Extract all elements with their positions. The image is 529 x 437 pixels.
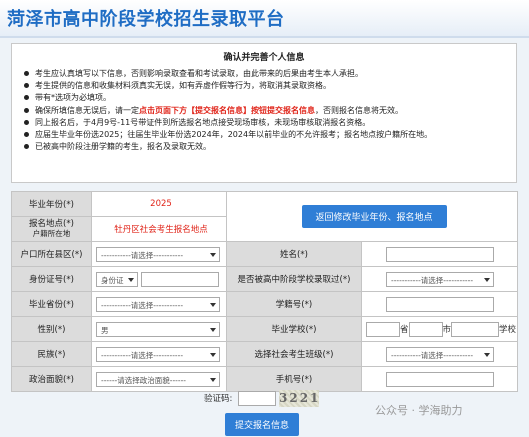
registered-label: 是否被高中阶段学校录取过(*) (226, 266, 362, 292)
gender-label: 性别(*) (11, 316, 92, 342)
site-value: 牡丹区社会考生报名地点 (91, 216, 227, 242)
school-label: 毕业学校(*) (226, 316, 362, 342)
notice-item: 应届生毕业年份选2025；往届生毕业年份选2024年，2024年以前毕业的不允许… (24, 129, 516, 141)
captcha-input[interactable] (238, 391, 276, 406)
bullet-icon (24, 107, 29, 113)
phone-label: 手机号(*) (226, 366, 362, 392)
notice-title: 确认并完善个人信息 (223, 53, 305, 63)
chevron-down-icon (210, 377, 216, 382)
exam-site-label: 选择社会考生班级(*) (226, 341, 362, 367)
name-input[interactable] (386, 246, 494, 262)
notice-item: 考生应认真填写以下信息，否则影响录取查看和考试录取，由此带来的后果由考生本人承担… (24, 68, 516, 80)
bullet-icon (24, 132, 29, 138)
notice-item: 考生提供的信息和收集材料须真实无误，如有弄虚作假等行为，将取消其录取资格。 (24, 80, 516, 92)
province-select[interactable]: -----------请选择----------- (96, 296, 220, 312)
watermark: 公众号 · 学海助力 (375, 404, 463, 417)
bullet-icon (24, 144, 29, 150)
page-title: 菏泽市高中阶段学校招生录取平台 (7, 9, 285, 30)
notice-item: 同上报名后，于4月9号-11号带证件到所选报名地点接受现场审核，未现场审核取消报… (24, 117, 516, 129)
notice-item: 已被高中阶段注册学籍的考生，报名及录取无效。 (24, 141, 516, 153)
id-label: 身份证号(*) (11, 266, 92, 292)
notice-item: 确保所填信息无误后，请一定点击页面下方【提交报名信息】按钮提交报名信息，否则报名… (24, 105, 516, 117)
school-province-input[interactable] (366, 321, 400, 337)
bullet-icon (24, 95, 29, 101)
province-label: 毕业省份(*) (11, 291, 92, 317)
chevron-down-icon (484, 277, 490, 282)
notice-item: 带有*选项为必填项。 (24, 92, 516, 104)
registration-form: 毕业年份(*) 2025 返回修改毕业年份、报名地点 报名地点(*) 户籍所在地 … (11, 191, 519, 392)
chevron-down-icon (210, 302, 216, 307)
hukou-label: 户口所在县区(*) (11, 241, 92, 267)
bullet-icon (24, 83, 29, 89)
submit-button[interactable]: 提交报名信息 (225, 413, 300, 436)
chevron-down-icon (210, 352, 216, 357)
notice-panel: 确认并完善个人信息 考生应认真填写以下信息，否则影响录取查看和考试录取，由此带来… (11, 43, 517, 183)
page-header: 菏泽市高中阶段学校招生录取平台 (0, 0, 529, 38)
chevron-down-icon (128, 277, 134, 282)
ethnic-label: 民族(*) (11, 341, 92, 367)
student-no-input[interactable] (386, 296, 494, 312)
politics-label: 政治面貌(*) (11, 366, 92, 392)
phone-input[interactable] (386, 371, 494, 387)
ethnic-select[interactable]: -----------请选择----------- (96, 346, 220, 362)
bullet-icon (24, 71, 29, 76)
gender-select[interactable]: 男 (96, 321, 220, 337)
bullet-icon (24, 119, 29, 125)
hukou-select[interactable]: -----------请选择----------- (96, 246, 220, 262)
grad-year-label: 毕业年份(*) (11, 191, 92, 217)
back-modify-button[interactable]: 返回修改毕业年份、报名地点 (301, 205, 447, 228)
chevron-down-icon (210, 327, 216, 332)
school-name-input[interactable] (451, 321, 500, 337)
student-no-label: 学籍号(*) (226, 291, 362, 317)
registered-select[interactable]: -----------请选择----------- (386, 271, 494, 287)
notice-list: 考生应认真填写以下信息，否则影响录取查看和考试录取，由此带来的后果由考生本人承担… (12, 68, 516, 153)
school-city-input[interactable] (408, 321, 443, 337)
politics-select[interactable]: ------请选择政治面貌------ (96, 371, 220, 387)
captcha-label: 验证码: (204, 394, 233, 404)
name-label: 姓名(*) (226, 241, 362, 267)
chevron-down-icon (210, 252, 216, 257)
site-label: 报名地点(*) 户籍所在地 (11, 216, 92, 242)
chevron-down-icon (484, 352, 490, 357)
id-number-input[interactable] (140, 271, 219, 287)
captcha-image[interactable]: 3221 (279, 390, 319, 407)
exam-site-select[interactable]: -----------请选择----------- (386, 346, 494, 362)
id-type-select[interactable]: 身份证 (96, 271, 138, 287)
grad-year-value: 2025 (91, 191, 227, 217)
